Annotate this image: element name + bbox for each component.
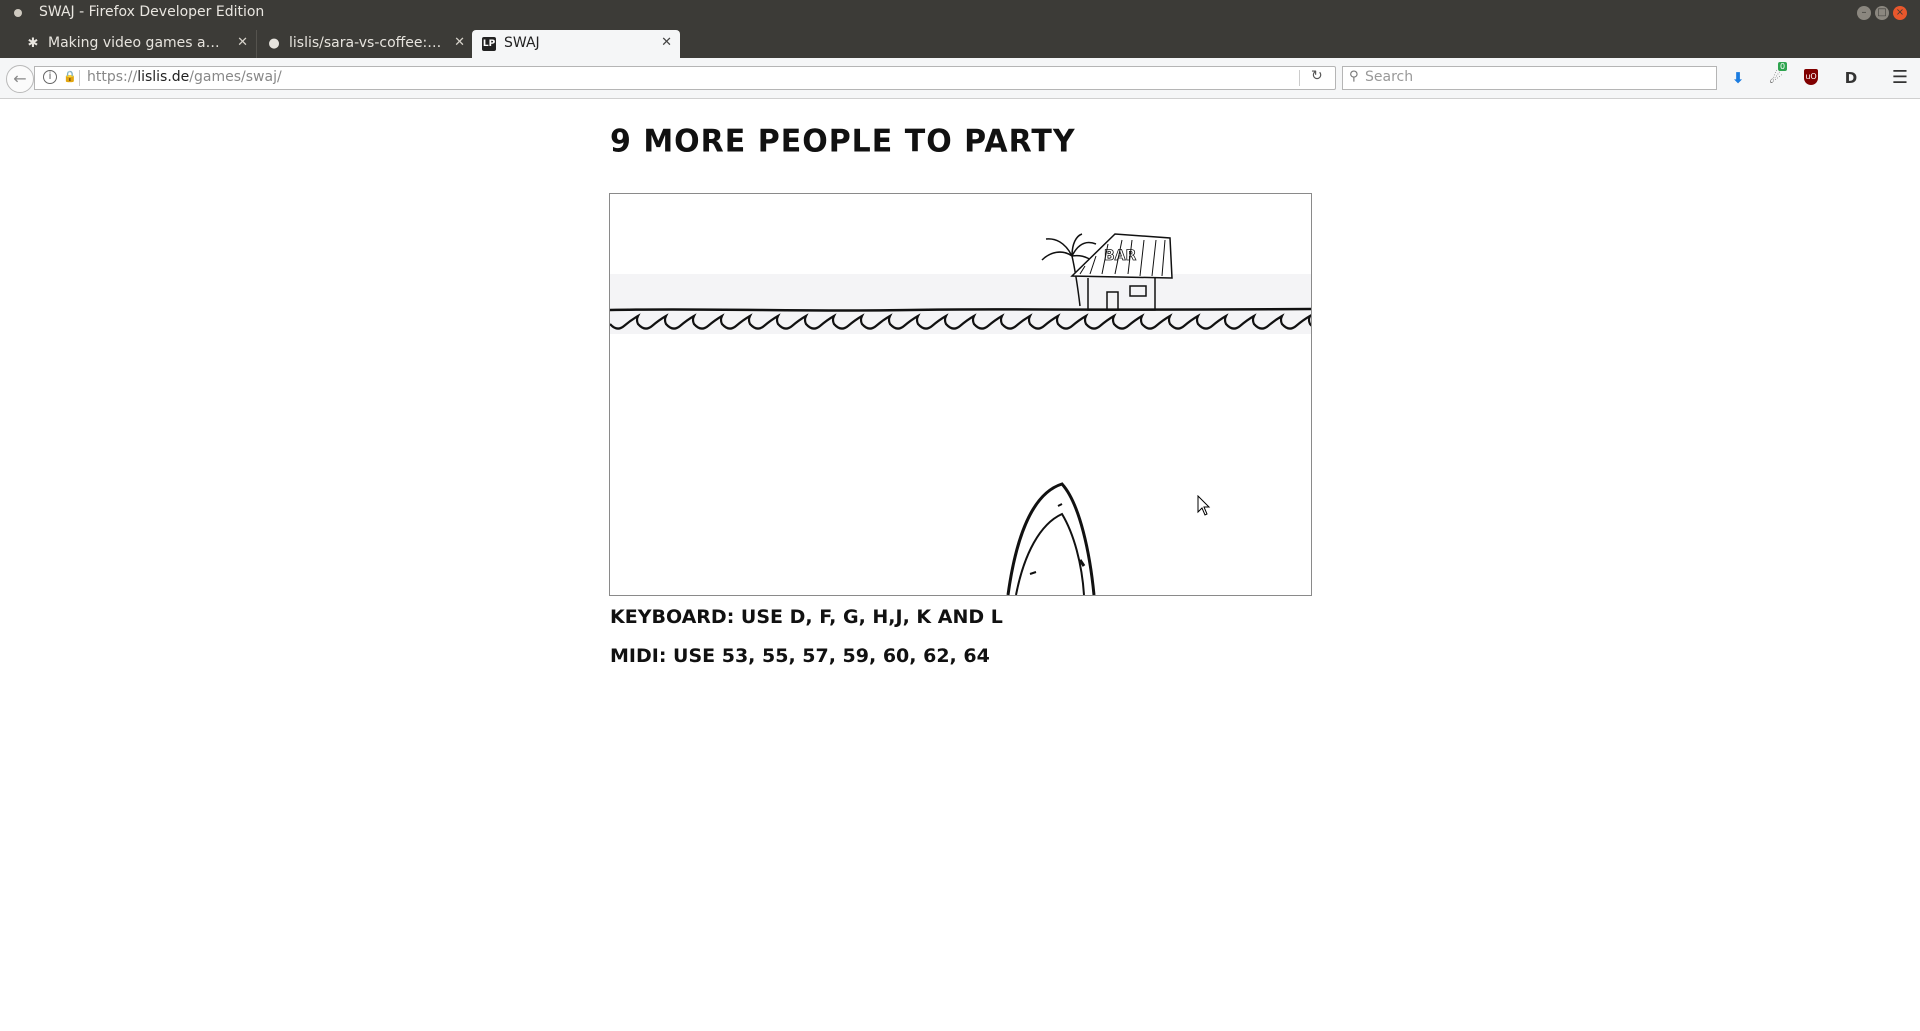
url-path: /games/swaj/ — [189, 69, 282, 85]
window-title: SWAJ - Firefox Developer Edition — [39, 4, 265, 20]
download-icon[interactable]: ⬇ — [1728, 68, 1748, 88]
keyboard-instructions: KEYBOARD: USE D, F, G, H,J, K AND L — [610, 606, 1003, 628]
puzzle-icon: ✱ — [27, 36, 39, 51]
search-bar[interactable]: ⚲ — [1342, 66, 1717, 90]
hamburger-menu-icon[interactable]: ☰ — [1890, 68, 1910, 88]
extension-badge: 0 — [1778, 62, 1788, 71]
tab-label: lislis/sara-vs-coffee:… — [289, 35, 441, 51]
maximize-button[interactable]: □ — [1875, 6, 1889, 20]
reload-icon[interactable]: ↻ — [1311, 68, 1323, 84]
divider — [79, 70, 80, 86]
url-bar[interactable]: i 🔒 https://lislis.de/games/swaj/ ↻ — [34, 66, 1336, 90]
tab-making-video-games[interactable]: ✱ Making video games a… ✕ — [16, 30, 256, 58]
page-title: 9 MORE PEOPLE TO PARTY — [610, 123, 1076, 160]
minimize-button[interactable]: – — [1857, 6, 1871, 20]
hut-sign: BAR — [1104, 248, 1137, 264]
minimize-icon: – — [1861, 7, 1867, 18]
tab-label: SWAJ — [504, 35, 540, 51]
lock-icon[interactable]: 🔒 — [63, 70, 77, 83]
window-titlebar: SWAJ - Firefox Developer Edition – □ × — [0, 0, 1920, 26]
close-window-button[interactable]: × — [1893, 6, 1907, 20]
maximize-icon: □ — [1877, 7, 1887, 18]
extension-d-icon[interactable]: D — [1841, 68, 1861, 88]
search-icon: ⚲ — [1349, 69, 1359, 84]
window-menu-icon[interactable] — [14, 9, 22, 17]
mouse-cursor-icon — [1197, 495, 1211, 516]
url-prefix: https:// — [87, 69, 138, 85]
shark-fin — [1006, 482, 1096, 595]
tab-label: Making video games a… — [48, 35, 220, 51]
game-scene: BAR — [610, 233, 1311, 595]
github-icon: ● — [268, 36, 280, 51]
lp-favicon-icon: LP — [482, 37, 496, 51]
info-icon[interactable]: i — [43, 70, 57, 84]
tab-swaj[interactable]: LP SWAJ ✕ — [472, 30, 680, 58]
tab-sara-vs-coffee[interactable]: ● lislis/sara-vs-coffee:… ✕ — [256, 30, 473, 58]
ublock-icon[interactable]: uO — [1804, 69, 1818, 85]
divider — [1299, 70, 1300, 86]
back-button[interactable]: ← — [6, 65, 34, 93]
horizon-line — [610, 307, 1311, 312]
url-domain: lislis.de — [137, 69, 190, 85]
tab-strip: ✱ Making video games a… ✕ ● lislis/sara-… — [0, 26, 1920, 80]
midi-instructions: MIDI: USE 53, 55, 57, 59, 60, 62, 64 — [610, 645, 990, 667]
search-input[interactable] — [1365, 68, 1705, 86]
tab-close-icon[interactable]: ✕ — [661, 35, 672, 50]
tab-close-icon[interactable]: ✕ — [237, 35, 248, 50]
close-icon: × — [1895, 7, 1905, 18]
extension-icon[interactable]: ☄ 0 — [1766, 62, 1788, 88]
game-canvas[interactable]: BAR — [609, 193, 1312, 596]
tab-close-icon[interactable]: ✕ — [454, 35, 465, 50]
navigation-toolbar: ← i 🔒 https://lislis.de/games/swaj/ ↻ ⚲ … — [0, 58, 1920, 99]
url-text[interactable]: https://lislis.de/games/swaj/ — [87, 69, 282, 85]
